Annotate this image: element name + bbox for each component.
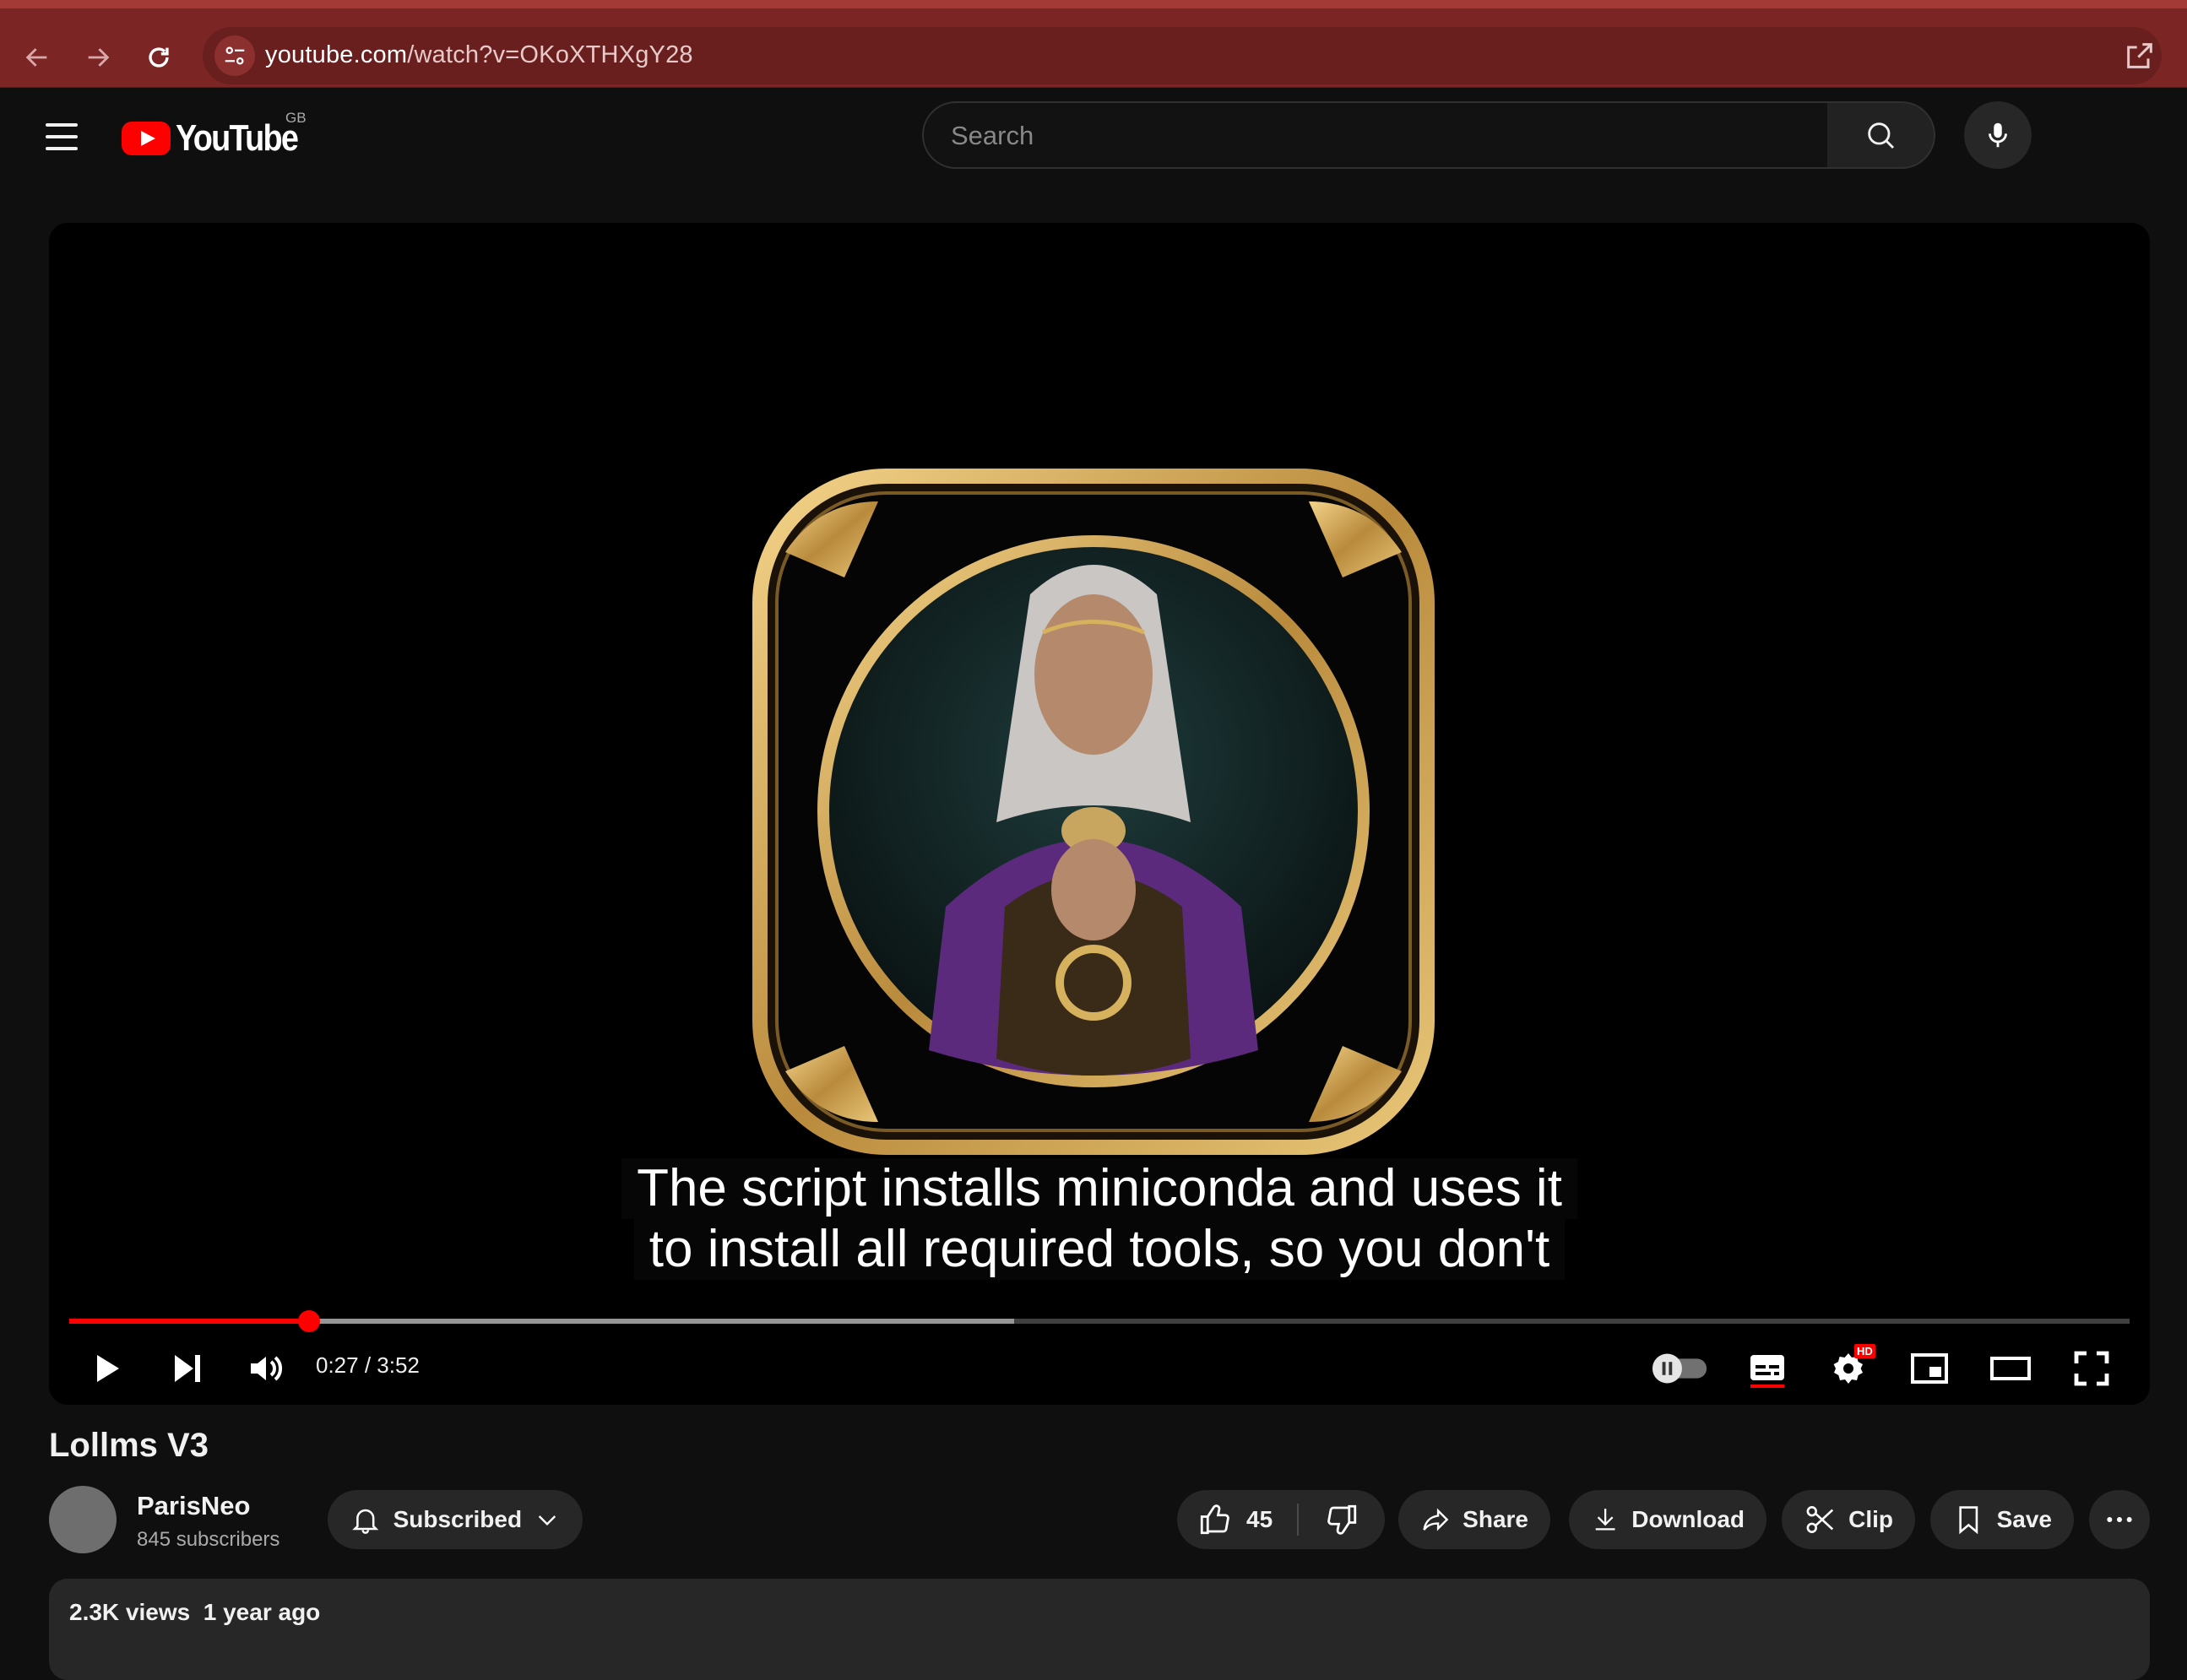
region-code: GB (285, 110, 307, 126)
video-frame-wizard-emblem (752, 469, 1435, 1155)
channel-name[interactable]: ParisNeo (137, 1491, 250, 1521)
autoplay-toggle[interactable] (1645, 1339, 1716, 1398)
theater-icon (1990, 1357, 2031, 1380)
like-button[interactable]: 45 (1177, 1490, 1297, 1549)
progress-bar[interactable] (69, 1310, 2130, 1332)
browser-toolbar: youtube.com/watch?v=OKoXTHXgY28 (0, 0, 2187, 88)
menu-icon (41, 123, 81, 150)
time-display: 0:27 / 3:52 (316, 1352, 420, 1378)
search-icon (1868, 122, 1895, 149)
fullscreen-icon (2074, 1351, 2109, 1386)
more-horiz-icon (2107, 1517, 2132, 1522)
miniplayer-button[interactable] (1900, 1339, 1959, 1398)
next-icon (175, 1355, 200, 1382)
miniplayer-icon (1911, 1353, 1948, 1384)
share-icon (1423, 1508, 1449, 1531)
subscriber-count: 845 subscribers (137, 1528, 280, 1551)
caption-line-2: to install all required tools, so you do… (633, 1219, 1566, 1280)
fullscreen-button[interactable] (2062, 1339, 2121, 1398)
mute-button[interactable] (236, 1339, 296, 1398)
bookmark-icon (1959, 1506, 1978, 1535)
channel-avatar[interactable] (49, 1486, 117, 1553)
settings-button[interactable]: HD (1819, 1339, 1878, 1398)
url-text[interactable]: youtube.com/watch?v=OKoXTHXgY28 (265, 41, 693, 69)
subscribe-label: Subscribed (393, 1506, 523, 1532)
reload-button[interactable] (133, 32, 184, 83)
chevron-down-icon (538, 1515, 556, 1526)
guide-menu-button[interactable] (41, 118, 81, 154)
logo-wordmark: YouTube (176, 117, 299, 159)
share-label: Share (1463, 1506, 1528, 1532)
volume-icon (251, 1356, 282, 1381)
theater-mode-button[interactable] (1981, 1339, 2040, 1398)
reload-icon (149, 47, 169, 68)
subtitles-icon (1750, 1355, 1784, 1388)
site-info-button[interactable] (214, 35, 255, 76)
address-bar[interactable]: youtube.com/watch?v=OKoXTHXgY28 (203, 27, 2162, 84)
captions: The script installs miniconda and uses i… (49, 1158, 2150, 1280)
voice-search-button[interactable] (1964, 101, 2032, 169)
bell-icon (352, 1509, 379, 1534)
download-button[interactable]: Download (1569, 1490, 1766, 1549)
play-button[interactable] (76, 1339, 135, 1398)
download-label: Download (1631, 1506, 1745, 1532)
thumbs-up-icon (1200, 1504, 1229, 1535)
back-button[interactable] (12, 32, 62, 83)
open-in-new-icon[interactable] (2123, 39, 2157, 73)
hd-badge: HD (1854, 1344, 1875, 1358)
dislike-button[interactable] (1299, 1490, 1385, 1549)
search-input[interactable] (949, 103, 1797, 169)
description-box[interactable]: 2.3K views 1 year ago (49, 1579, 2150, 1680)
progress-played (69, 1319, 310, 1324)
download-icon (1595, 1509, 1615, 1531)
like-count: 45 (1246, 1506, 1273, 1532)
site-settings-icon (225, 46, 245, 65)
like-dislike-group: 45 (1177, 1490, 1385, 1549)
views-and-date: 2.3K views 1 year ago (69, 1599, 321, 1625)
subtitles-button[interactable] (1738, 1339, 1797, 1398)
progress-scrubber[interactable] (298, 1310, 321, 1332)
back-arrow-icon (25, 48, 47, 67)
forward-arrow-icon (88, 48, 110, 67)
url-host: youtube.com (265, 41, 408, 68)
clip-button[interactable]: Clip (1782, 1490, 1915, 1549)
video-player[interactable]: The script installs miniconda and uses i… (49, 223, 2150, 1405)
autoplay-toggle-icon (1652, 1353, 1707, 1384)
scissors-icon (1806, 1506, 1834, 1533)
search-button[interactable] (1827, 101, 1935, 169)
search-box (922, 101, 1829, 169)
clip-label: Clip (1848, 1506, 1893, 1532)
play-icon (97, 1355, 119, 1382)
mic-icon (1989, 122, 2007, 148)
share-button[interactable]: Share (1398, 1490, 1550, 1549)
youtube-play-logo-icon (122, 122, 171, 155)
url-path: /watch?v=OKoXTHXgY28 (407, 41, 693, 68)
thumbs-down-icon (1327, 1504, 1357, 1535)
more-actions-button[interactable] (2089, 1490, 2150, 1549)
subscribe-button[interactable]: Subscribed (328, 1490, 583, 1549)
forward-button[interactable] (73, 32, 123, 83)
save-button[interactable]: Save (1930, 1490, 2074, 1549)
save-label: Save (1996, 1506, 2052, 1532)
next-button[interactable] (157, 1339, 216, 1398)
video-title: Lollms V3 (49, 1427, 209, 1464)
caption-line-1: The script installs miniconda and uses i… (621, 1158, 1577, 1219)
